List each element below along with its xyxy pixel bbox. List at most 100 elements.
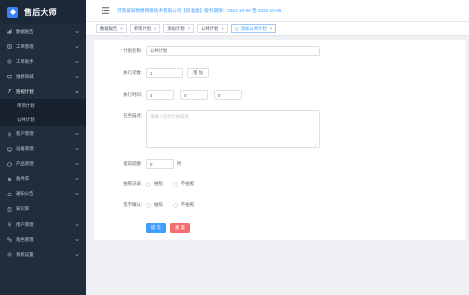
remind-hours-input[interactable]: 0 — [146, 159, 174, 169]
settings-icon — [7, 252, 12, 257]
sidebar-item-parts[interactable]: 备件库 — [0, 172, 86, 187]
sidebar-item-work-orders[interactable]: 工单管理 — [0, 39, 86, 54]
close-icon[interactable]: × — [270, 26, 273, 31]
form-row-time: 执行时间: 4 0 0 — [94, 90, 242, 100]
sidebar-item-devices[interactable]: 设备管理 — [0, 142, 86, 157]
sidebar-item-label: 通知公告 — [16, 191, 34, 197]
brand-logo-icon — [7, 6, 18, 18]
form-row-photo: 拍照记录: 拍照 不拍照 — [94, 181, 204, 187]
chevron-down-icon — [75, 253, 79, 256]
chevron-down-icon — [75, 148, 79, 151]
sign-no-radio[interactable]: 不拍照 — [172, 202, 194, 208]
sidebar-item-settings[interactable]: 系统设置 — [0, 247, 86, 262]
chevron-down-icon — [75, 238, 79, 241]
description-textarea[interactable]: 请输入您的计划描述 — [146, 110, 320, 148]
sidebar-item-notices[interactable]: 通知公告 — [0, 187, 86, 202]
product-icon — [7, 161, 12, 167]
form-row-remind: 提前提醒: 0 时 — [94, 159, 181, 169]
remind-label: 提前提醒: — [123, 161, 142, 166]
tab-add-public-plan[interactable]: 添加公共计划 × — [230, 24, 277, 33]
sidebar-item-users[interactable]: 用户管理 — [0, 217, 86, 232]
time-label: 执行时间: — [123, 92, 142, 97]
sidebar-item-label: 设备管理 — [16, 146, 34, 152]
photo-yes-radio[interactable]: 拍照 — [146, 181, 163, 187]
chevron-down-icon — [75, 178, 79, 181]
sidebar-item-label: 客户管理 — [16, 131, 34, 137]
plan-form-card: *计划名称: 公共计划 执行次数: 1 增 加 执行时间: 4 0 0 任务描述… — [94, 40, 466, 240]
radio-label: 不拍照 — [180, 181, 194, 186]
sidebar-item-label: 工单助手 — [16, 58, 34, 64]
brand: 售后大师 — [0, 0, 86, 24]
tab-label: 数据报告 — [100, 25, 118, 31]
form-row-count: 执行次数: 1 增 加 — [94, 68, 209, 78]
tab-add-plan[interactable]: 添加计划 × — [163, 24, 195, 33]
sign-label: 签字确认: — [123, 202, 142, 207]
sign-yes-radio[interactable]: 拍照 — [146, 202, 163, 208]
sidebar-item-data-report[interactable]: 数据报告 — [0, 24, 86, 39]
close-icon[interactable]: × — [120, 26, 123, 31]
add-count-button[interactable]: 增 加 — [187, 68, 209, 78]
hamburger-icon[interactable] — [100, 6, 110, 16]
radio-label: 不拍照 — [180, 202, 194, 207]
name-label: *计划名称: — [94, 48, 146, 54]
sidebar-item-customers[interactable]: 客户管理 — [0, 126, 86, 141]
radio-label: 拍照 — [154, 202, 163, 207]
tab-label: 添加计划 — [167, 25, 185, 31]
tab-bar: 数据报告 × 单项计划 × 添加计划 × 公共计划 × 添加公共计划 × — [86, 22, 469, 36]
chevron-down-icon — [75, 133, 79, 136]
device-icon — [7, 147, 12, 152]
tab-label: 添加公共计划 — [240, 25, 267, 31]
photo-label: 拍照记录: — [123, 181, 142, 186]
tab-label: 公共计划 — [201, 25, 219, 31]
form-row-name: *计划名称: 公共计划 — [94, 46, 320, 56]
submit-button[interactable]: 提 交 — [146, 223, 166, 233]
sidebar-item-label: 数据报告 — [16, 28, 34, 34]
tab-data-report[interactable]: 数据报告 × — [96, 24, 127, 33]
customer-icon — [7, 132, 12, 137]
resize-handle-icon[interactable] — [314, 142, 318, 146]
name-label-text: 计划名称: — [123, 48, 142, 53]
execution-count-input[interactable]: 1 — [146, 68, 183, 78]
refresh-icon[interactable] — [235, 26, 239, 31]
sidebar-item-label: 产品管理 — [16, 161, 34, 167]
sidebar-item-label: 工单管理 — [16, 43, 34, 49]
close-icon[interactable]: × — [188, 26, 191, 31]
brand-title: 售后大师 — [24, 7, 57, 17]
radio-dot — [146, 202, 151, 208]
inspection-submenu: 单项计划 公共计划 — [0, 99, 86, 127]
sidebar-item-knowledge[interactable]: 知识库 — [0, 202, 86, 217]
sidebar-item-assistant[interactable]: 工单助手 — [0, 54, 86, 69]
reset-button[interactable]: 重 置 — [170, 223, 190, 233]
time-minute-input[interactable]: 0 — [180, 90, 208, 100]
time-second-input[interactable]: 0 — [214, 90, 242, 100]
submenu-item-public-plan[interactable]: 公共计划 — [0, 113, 86, 127]
plan-name-input[interactable]: 公共计划 — [146, 46, 320, 56]
radio-dot — [172, 181, 178, 187]
chart-icon — [7, 29, 12, 34]
sidebar-item-label: 用户管理 — [16, 221, 34, 227]
sidebar-item-shop[interactable]: 维修商城 — [0, 69, 86, 84]
required-mark: * — [120, 48, 123, 53]
submenu-item-single-plan[interactable]: 单项计划 — [0, 99, 86, 113]
sidebar-item-inspection-plan[interactable]: 巡视计划 — [0, 84, 86, 99]
close-icon[interactable]: × — [221, 26, 224, 31]
sidebar-item-label: 角色管理 — [16, 236, 34, 242]
sidebar-item-roles[interactable]: 角色管理 — [0, 232, 86, 247]
knowledge-icon — [7, 207, 12, 212]
close-icon[interactable]: × — [154, 26, 157, 31]
assistant-icon — [7, 59, 12, 64]
tab-public-plan[interactable]: 公共计划 × — [197, 24, 228, 33]
time-hour-input[interactable]: 4 — [146, 90, 174, 100]
description-placeholder: 请输入您的计划描述 — [150, 114, 189, 119]
tab-single-plan[interactable]: 单项计划 × — [129, 24, 161, 33]
count-label: 执行次数: — [123, 70, 142, 75]
sidebar-item-label: 维修商城 — [16, 73, 34, 79]
service-period-info: 河南爱知物楼网络技术有限公司【标准版】服务期限：2021-10-08 至 202… — [117, 7, 282, 13]
chevron-down-icon — [75, 163, 79, 166]
sidebar-item-products[interactable]: 产品管理 — [0, 157, 86, 172]
photo-no-radio[interactable]: 不拍照 — [172, 181, 194, 187]
chevron-down-icon — [75, 193, 79, 196]
chevron-down-icon — [75, 45, 79, 48]
app-root: 售后大师 数据报告 工单管理 工单助手 维修商城 巡视计划 单项计划 公共计划 … — [0, 0, 469, 295]
chevron-down-icon — [75, 75, 79, 78]
